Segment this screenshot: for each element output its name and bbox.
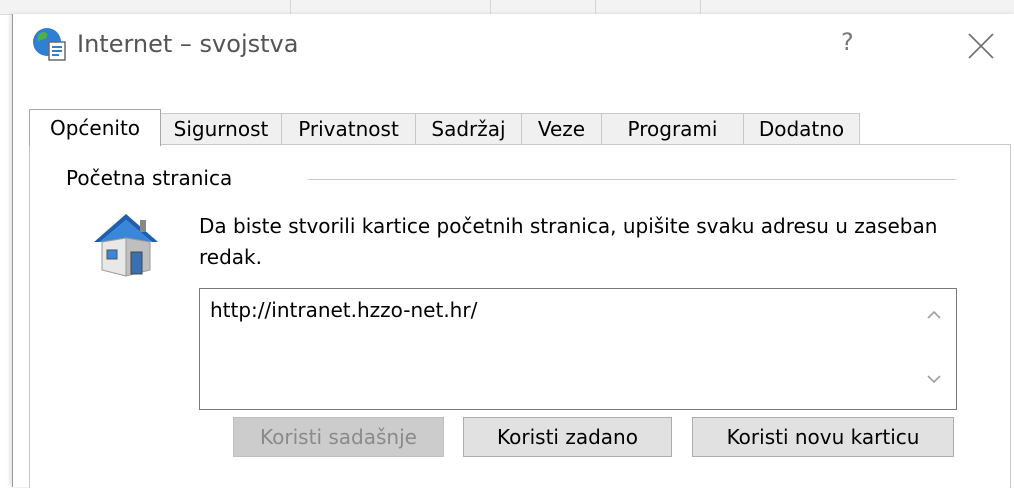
use-current-button[interactable]: Koristi sadašnje (233, 417, 444, 457)
house-icon (94, 214, 158, 277)
use-default-button[interactable]: Koristi zadano (463, 417, 672, 457)
home-page-description: Da biste stvorili kartice početnih stran… (199, 214, 938, 269)
tab-privacy[interactable]: Privatnost (281, 113, 416, 145)
title-bar[interactable]: Internet – svojstva ? (13, 14, 1014, 78)
scroll-down-arrow-icon[interactable] (924, 369, 944, 389)
scroll-up-arrow-icon[interactable] (924, 305, 944, 325)
tab-content[interactable]: Sadržaj (415, 113, 522, 145)
group-divider (308, 179, 956, 180)
close-icon[interactable] (965, 30, 997, 62)
tab-connections[interactable]: Veze (521, 113, 602, 145)
internet-options-globe-icon (33, 28, 66, 61)
tab-advanced[interactable]: Dodatno (743, 113, 860, 145)
window-title: Internet – svojstva (77, 30, 299, 58)
home-page-urls-textarea[interactable]: http://intranet.hzzo-net.hr/ (199, 288, 957, 410)
home-page-url-value: http://intranet.hzzo-net.hr/ (210, 298, 478, 322)
use-new-tab-button[interactable]: Koristi novu karticu (692, 417, 954, 457)
help-button[interactable]: ? (841, 28, 854, 56)
internet-options-dialog: Internet – svojstva ? Općenito Sigurnost… (12, 14, 1014, 488)
tab-programs[interactable]: Programi (601, 113, 744, 145)
general-tab-panel: Početna stranica Da biste stvorili karti… (29, 144, 1011, 488)
home-page-group-label: Početna stranica (66, 166, 233, 190)
tab-general[interactable]: Općenito (29, 109, 161, 146)
background-window-strip (0, 0, 1014, 15)
tab-security[interactable]: Sigurnost (160, 113, 282, 145)
